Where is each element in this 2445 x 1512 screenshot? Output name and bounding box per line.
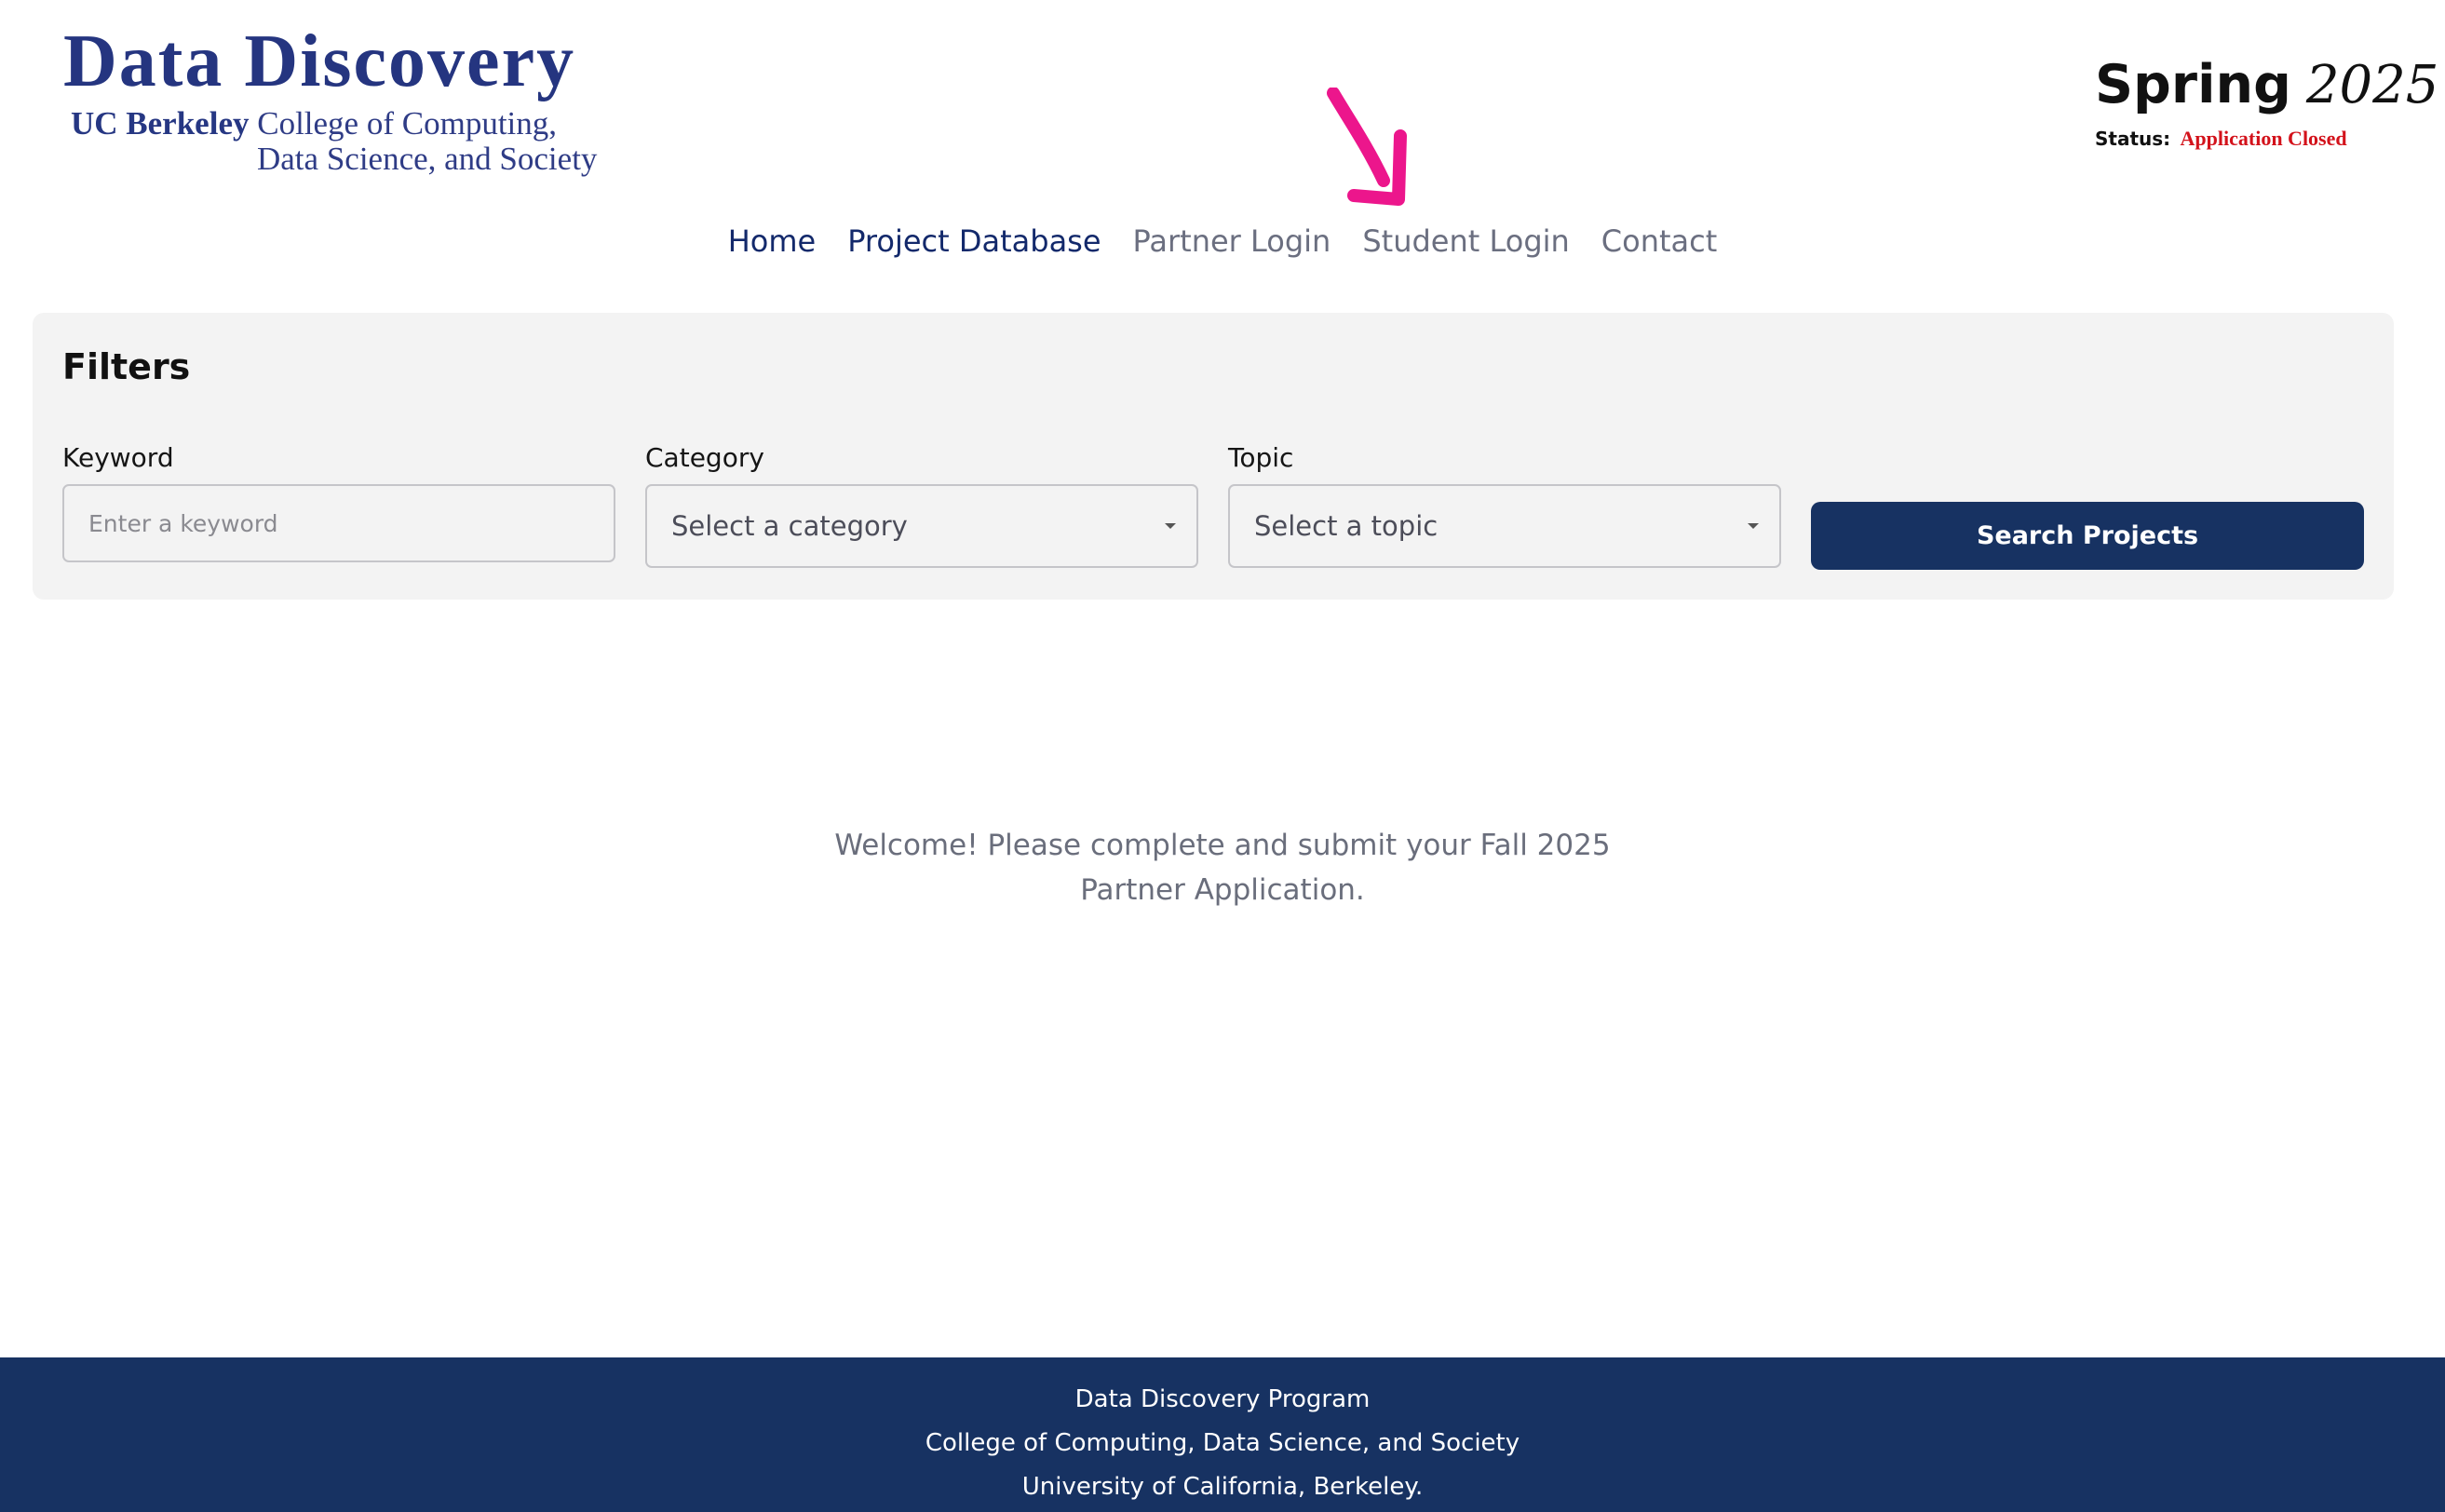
search-projects-button[interactable]: Search Projects [1811, 502, 2364, 570]
topic-label: Topic [1228, 442, 1294, 473]
footer-college: College of Computing, Data Science, and … [925, 1429, 1520, 1457]
filters-title: Filters [62, 346, 191, 387]
category-select-value: Select a category [671, 510, 908, 542]
topic-field: Topic Select a topic [1228, 443, 1781, 568]
application-status: Status: Application Closed [2095, 127, 2393, 151]
category-label: Category [645, 442, 764, 473]
term-year: 2025 [2305, 55, 2439, 115]
nav-student-login[interactable]: Student Login [1362, 223, 1569, 259]
term-season: Spring [2095, 54, 2291, 115]
nav-project-database[interactable]: Project Database [847, 223, 1101, 259]
welcome-message: Welcome! Please complete and submit your… [0, 823, 2445, 912]
footer-university: University of California, Berkeley. [1021, 1473, 1424, 1501]
logo-subtitle-bold: UC Berkeley [71, 105, 250, 142]
footer-program: Data Discovery Program [1074, 1385, 1371, 1413]
logo-title: Data Discovery [63, 20, 576, 102]
category-field: Category Select a category [645, 443, 1198, 568]
welcome-line2: Partner Application. [1080, 873, 1365, 907]
topic-select-value: Select a topic [1254, 510, 1439, 542]
keyword-label: Keyword [62, 442, 174, 473]
site-footer: Data Discovery Program College of Comput… [0, 1357, 2445, 1512]
keyword-input[interactable] [62, 484, 615, 562]
site-logo[interactable]: Data Discovery UC Berkeley College of Co… [63, 22, 622, 177]
caret-down-icon [1748, 523, 1759, 529]
main-nav: Home Project Database Partner Login Stud… [0, 223, 2445, 259]
filters-panel: Filters Keyword Category Select a catego… [33, 313, 2394, 600]
caret-down-icon [1165, 523, 1176, 529]
term-title: Spring 2025 [2095, 54, 2438, 115]
topic-select[interactable]: Select a topic [1228, 484, 1781, 568]
logo-subtitle-rest: College of Computing, [249, 105, 558, 142]
category-select[interactable]: Select a category [645, 484, 1198, 568]
arrow-down-right-icon [1327, 88, 1407, 206]
nav-partner-login[interactable]: Partner Login [1133, 223, 1331, 259]
keyword-field: Keyword [62, 443, 615, 562]
nav-home[interactable]: Home [728, 223, 817, 259]
welcome-line1: Welcome! Please complete and submit your… [834, 829, 1611, 862]
nav-contact[interactable]: Contact [1601, 223, 1718, 259]
term-badge: Spring 2025 Status: Application Closed [2095, 54, 2438, 151]
status-value: Application Closed [2180, 127, 2347, 150]
logo-subtitle-line1: UC Berkeley College of Computing, [63, 106, 622, 142]
status-label: Status: [2095, 128, 2171, 150]
logo-subtitle-line2: Data Science, and Society [257, 141, 598, 177]
